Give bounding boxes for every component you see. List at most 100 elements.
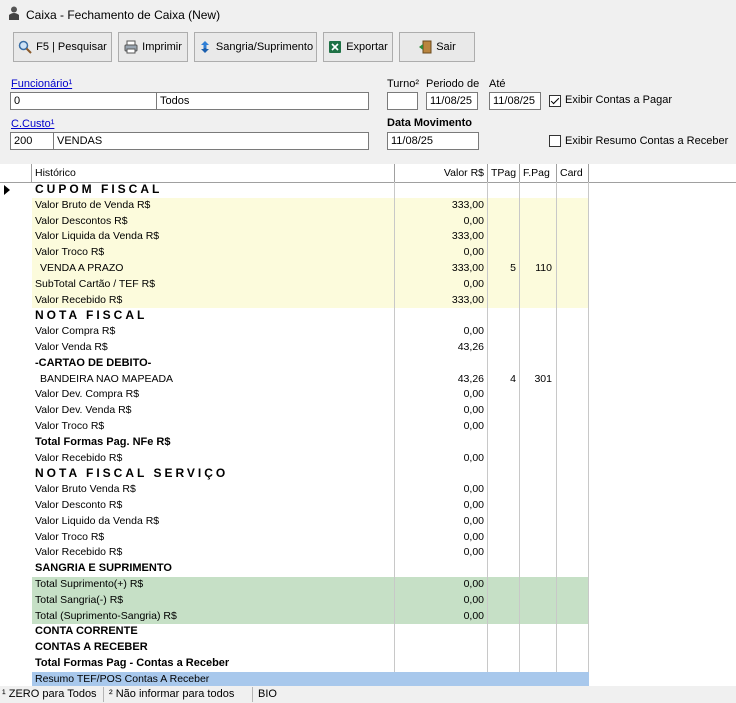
- exibir-resumo-label[interactable]: Exibir Resumo Contas a Receber: [565, 135, 728, 147]
- table-row[interactable]: Valor Recebido R$ 0,00: [0, 545, 590, 562]
- cell-fpag: [520, 671, 557, 686]
- cell-card: [557, 624, 589, 641]
- cell-fpag: [520, 245, 557, 261]
- cell-fpag: [520, 529, 557, 546]
- cell-valor: 333,00: [395, 229, 488, 246]
- cell-historico: Total Suprimento(+) R$: [32, 576, 395, 593]
- periodo-label: Periodo de: [426, 78, 480, 90]
- table-row[interactable]: BANDEIRA NAO MAPEADA 43,26 4 301: [0, 371, 590, 388]
- table-row[interactable]: Valor Liquido da Venda R$ 0,00: [0, 513, 590, 530]
- ccusto-label[interactable]: C.Custo¹: [11, 118, 54, 130]
- cell-fpag: [520, 576, 557, 593]
- cell-fpag: [520, 450, 557, 467]
- table-row[interactable]: Valor Troco R$ 0,00: [0, 245, 590, 261]
- table-row[interactable]: Valor Venda R$ 43,26: [0, 339, 590, 356]
- table-row[interactable]: Valor Troco R$ 0,00: [0, 418, 590, 435]
- pesquisar-button[interactable]: F5 | Pesquisar: [13, 32, 112, 62]
- cell-card: [557, 276, 589, 293]
- exibir-resumo-checkbox[interactable]: [549, 135, 561, 147]
- cell-card: [557, 608, 589, 625]
- cell-historico: Valor Liquida da Venda R$: [32, 229, 395, 246]
- cell-tpag: [488, 387, 520, 404]
- table-row[interactable]: -CARTAO DE DEBITO-: [0, 355, 590, 372]
- cell-historico: Valor Bruto de Venda R$: [32, 197, 395, 214]
- cell-valor: 0,00: [395, 513, 488, 530]
- cell-card: [557, 229, 589, 246]
- table-row[interactable]: NOTA FISCAL: [0, 308, 590, 325]
- table-row[interactable]: Total (Suprimento-Sangria) R$ 0,00: [0, 608, 590, 625]
- header-tpag[interactable]: TPag: [488, 164, 520, 182]
- cell-valor: 0,00: [395, 324, 488, 340]
- table-row[interactable]: Valor Compra R$ 0,00: [0, 324, 590, 340]
- table-row[interactable]: SANGRIA E SUPRIMENTO: [0, 561, 590, 577]
- header-historico[interactable]: Histórico: [32, 164, 395, 182]
- cell-fpag: [520, 308, 557, 325]
- cell-tpag: 4: [488, 371, 520, 388]
- cell-tpag: [488, 482, 520, 498]
- table-row[interactable]: Valor Recebido R$ 0,00: [0, 450, 590, 467]
- header-fpag[interactable]: F.Pag: [520, 164, 557, 182]
- table-row[interactable]: Valor Liquida da Venda R$ 333,00: [0, 229, 590, 246]
- cell-tpag: [488, 561, 520, 577]
- exportar-button[interactable]: Exportar: [323, 32, 393, 62]
- ccusto-name-input[interactable]: VENDAS: [53, 132, 369, 150]
- cell-valor: 0,00: [395, 387, 488, 404]
- cell-historico: Resumo TEF/POS Contas A Receber: [32, 671, 395, 686]
- ate-input[interactable]: 11/08/25: [489, 92, 541, 110]
- table-row[interactable]: Valor Descontos R$ 0,00: [0, 213, 590, 230]
- cell-historico: Valor Compra R$: [32, 324, 395, 340]
- cell-fpag: [520, 418, 557, 435]
- table-row[interactable]: Valor Bruto Venda R$ 0,00: [0, 482, 590, 498]
- table-row[interactable]: Total Formas Pag - Contas a Receber: [0, 655, 590, 672]
- cell-valor: 333,00: [395, 260, 488, 277]
- cell-fpag: [520, 592, 557, 609]
- cell-valor: 0,00: [395, 608, 488, 625]
- funcionario-label[interactable]: Funcionário¹: [11, 78, 72, 90]
- table-row[interactable]: Total Formas Pag. NFe R$: [0, 434, 590, 451]
- data-movimento-input[interactable]: 11/08/25: [387, 132, 479, 150]
- table-row[interactable]: Resumo TEF/POS Contas A Receber: [0, 671, 590, 686]
- funcionario-name-input[interactable]: Todos: [156, 92, 369, 110]
- header-card[interactable]: Card: [557, 164, 589, 182]
- cell-card: [557, 182, 589, 198]
- cell-fpag: [520, 513, 557, 530]
- table-row[interactable]: Total Sangria(-) R$ 0,00: [0, 592, 590, 609]
- sair-button[interactable]: Sair: [399, 32, 475, 62]
- cell-valor: 0,00: [395, 450, 488, 467]
- periodo-input[interactable]: 11/08/25: [426, 92, 478, 110]
- table-row[interactable]: Valor Troco R$ 0,00: [0, 529, 590, 546]
- table-row[interactable]: Valor Bruto de Venda R$ 333,00: [0, 197, 590, 214]
- table-row[interactable]: Valor Recebido R$ 333,00: [0, 292, 590, 309]
- turno-input[interactable]: [387, 92, 418, 110]
- cell-fpag: [520, 324, 557, 340]
- cell-fpag: [520, 197, 557, 214]
- table-row[interactable]: CONTA CORRENTE: [0, 624, 590, 641]
- cell-historico: Valor Recebido R$: [32, 292, 395, 309]
- cell-fpag: [520, 292, 557, 309]
- cell-fpag: [520, 466, 557, 483]
- table-row[interactable]: CUPOM FISCAL: [0, 182, 590, 198]
- cell-card: [557, 545, 589, 562]
- cell-tpag: [488, 576, 520, 593]
- table-row[interactable]: Valor Desconto R$ 0,00: [0, 497, 590, 514]
- table-row[interactable]: SubTotal Cartão / TEF R$ 0,00: [0, 276, 590, 293]
- table-row[interactable]: NOTA FISCAL SERVIÇO: [0, 466, 590, 483]
- exibir-contas-pagar-label[interactable]: Exibir Contas a Pagar: [565, 94, 672, 106]
- fechamento-grid[interactable]: Histórico Valor R$ TPag F.Pag Card CUPOM…: [0, 164, 736, 686]
- table-row[interactable]: CONTAS A RECEBER: [0, 640, 590, 656]
- cell-card: [557, 213, 589, 230]
- imprimir-button[interactable]: Imprimir: [118, 32, 188, 62]
- table-row[interactable]: VENDA A PRAZO 333,00 5 110: [0, 260, 590, 277]
- cell-card: [557, 403, 589, 419]
- table-row[interactable]: Total Suprimento(+) R$ 0,00: [0, 576, 590, 593]
- table-row[interactable]: Valor Dev. Compra R$ 0,00: [0, 387, 590, 404]
- exibir-contas-pagar-checkbox[interactable]: [549, 95, 561, 107]
- cell-historico: Valor Bruto Venda R$: [32, 482, 395, 498]
- title-bar: Caixa - Fechamento de Caixa (New): [0, 0, 736, 28]
- ccusto-code-input[interactable]: 200: [10, 132, 54, 150]
- table-row[interactable]: Valor Dev. Venda R$ 0,00: [0, 403, 590, 419]
- cell-valor: 0,00: [395, 592, 488, 609]
- header-valor[interactable]: Valor R$: [395, 164, 488, 182]
- sangria-suprimento-button[interactable]: Sangria/Suprimento: [194, 32, 317, 62]
- funcionario-code-input[interactable]: 0: [10, 92, 157, 110]
